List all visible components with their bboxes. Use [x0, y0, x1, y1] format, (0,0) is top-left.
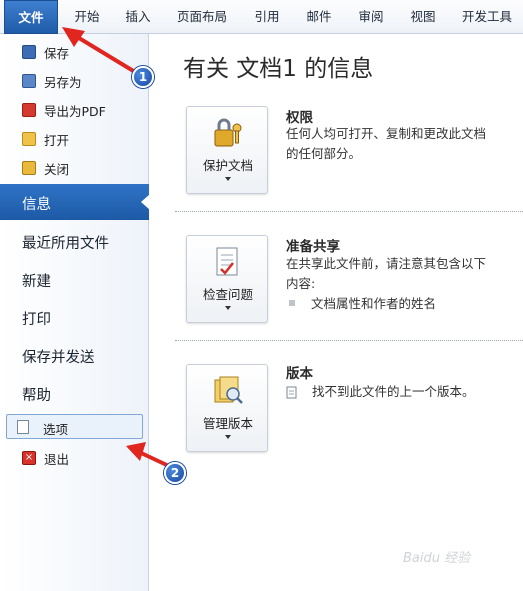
annotation-badge-1: 1: [132, 66, 154, 88]
watermark: Baidu 经验: [403, 551, 471, 566]
annotation-arrow-1: [62, 27, 137, 74]
annotation-badge-2: 2: [164, 462, 186, 484]
annotation-overlay: [62, 27, 173, 469]
annotation-arrow-2: [126, 442, 173, 469]
